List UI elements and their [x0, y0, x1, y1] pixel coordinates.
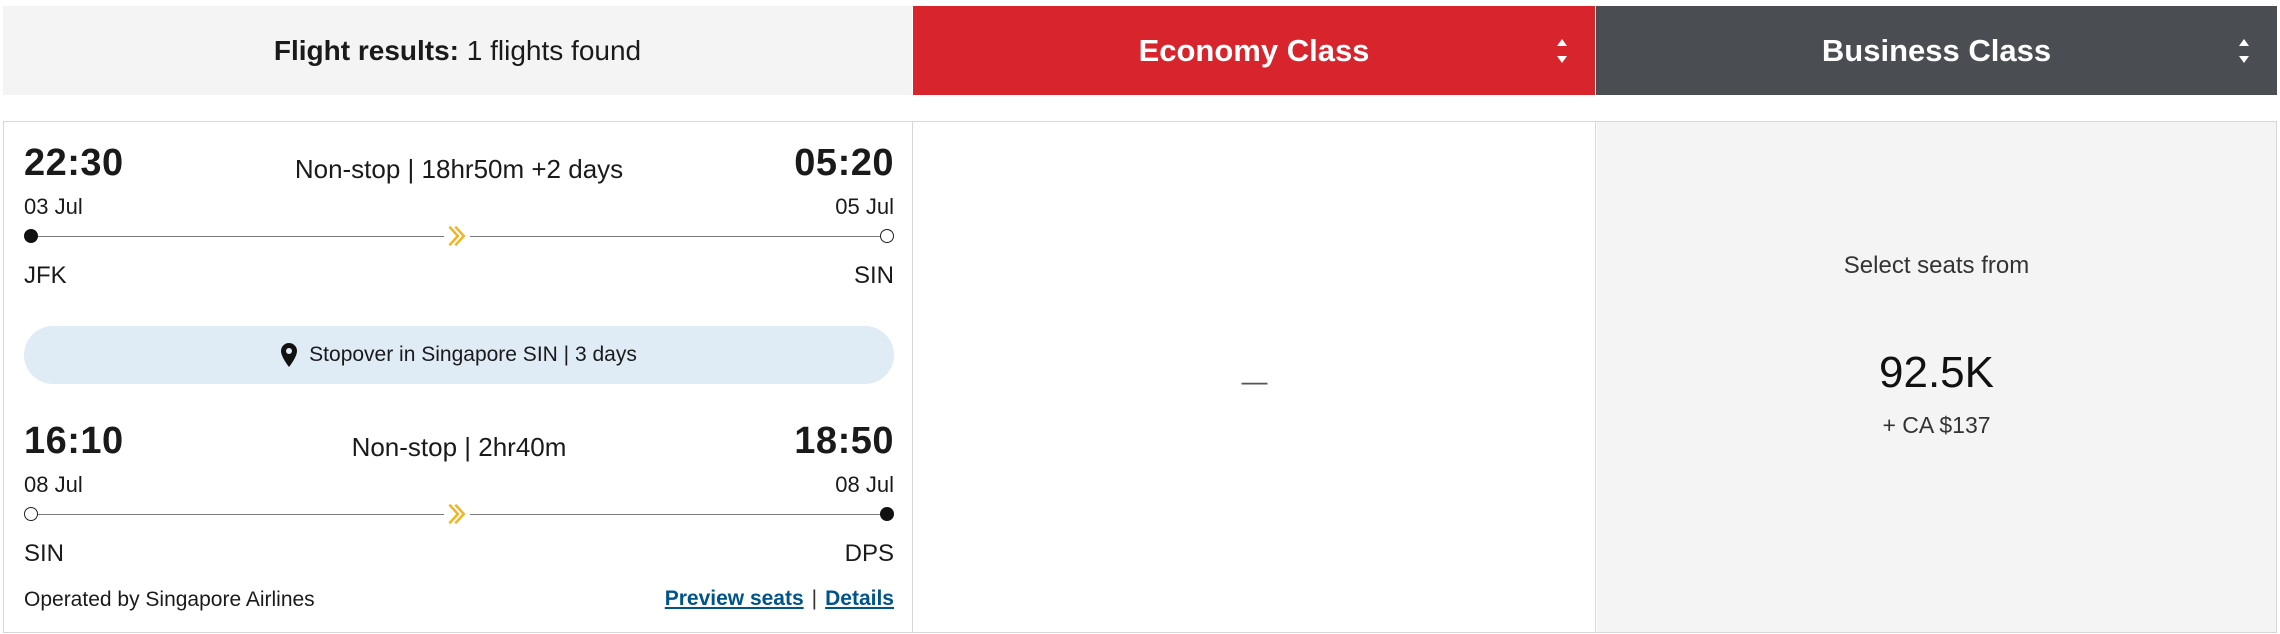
arrival-date: 08 Jul	[835, 472, 894, 497]
flight-segment: 16:10 Non-stop | 2hr40m 18:50 08 Jul 08 …	[24, 420, 894, 570]
airline-tail-logo-icon	[444, 500, 470, 528]
flight-details-column: 22:30 Non-stop | 18hr50m +2 days 05:20 0…	[4, 122, 913, 632]
link-separator: |	[811, 587, 818, 610]
operated-by-text: Operated by Singapore Airlines	[24, 588, 315, 611]
sort-arrows-icon	[2239, 38, 2249, 63]
departure-airport: SIN	[24, 540, 65, 567]
flight-result-card: 22:30 Non-stop | 18hr50m +2 days 05:20 0…	[3, 121, 2277, 633]
business-fare-cell[interactable]: Select seats from 92.5K + CA $137	[1597, 122, 2276, 632]
results-count: 1 flights found	[466, 34, 642, 66]
arrival-date: 05 Jul	[835, 194, 894, 219]
destination-dot	[880, 229, 894, 243]
flight-duration: Non-stop | 2hr40m	[351, 432, 567, 462]
preview-seats-link[interactable]: Preview seats	[665, 587, 804, 610]
arrival-airport: SIN	[853, 262, 894, 289]
flight-links: Preview seats | Details	[665, 587, 894, 611]
arrival-airport: DPS	[844, 540, 894, 567]
airline-tail-logo-icon	[444, 222, 470, 250]
economy-unavailable: —	[1241, 366, 1268, 396]
stopover-text: Stopover in Singapore SIN | 3 days	[309, 343, 637, 366]
details-link[interactable]: Details	[825, 587, 894, 610]
economy-fare-cell: —	[914, 122, 1596, 632]
arrival-time: 05:20	[794, 142, 894, 184]
departure-date: 03 Jul	[24, 194, 83, 219]
flight-duration: Non-stop | 18hr50m +2 days	[294, 154, 624, 184]
sort-arrows-icon	[1557, 38, 1567, 63]
business-taxes-fee: + CA $137	[1882, 412, 1991, 438]
origin-dot	[24, 229, 38, 243]
departure-airport: JFK	[24, 262, 67, 289]
results-label: Flight results:	[273, 34, 459, 66]
stopover-badge: Stopover in Singapore SIN | 3 days	[24, 326, 894, 384]
origin-dot	[24, 507, 38, 521]
select-seats-label: Select seats from	[1843, 252, 2030, 279]
tab-business-class[interactable]: Business Class	[1596, 6, 2277, 95]
location-pin-icon	[281, 343, 298, 367]
tab-economy-label: Economy Class	[1138, 32, 1370, 68]
business-miles-price: 92.5K	[1879, 348, 1994, 397]
departure-date: 08 Jul	[24, 472, 83, 497]
arrival-time: 18:50	[794, 420, 894, 462]
flight-segment: 22:30 Non-stop | 18hr50m +2 days 05:20 0…	[24, 142, 894, 292]
tab-business-label: Business Class	[1821, 32, 2052, 68]
flight-results-header: Flight results: 1 flights found	[3, 6, 912, 95]
tab-economy-class[interactable]: Economy Class	[913, 6, 1595, 95]
destination-dot	[880, 507, 894, 521]
